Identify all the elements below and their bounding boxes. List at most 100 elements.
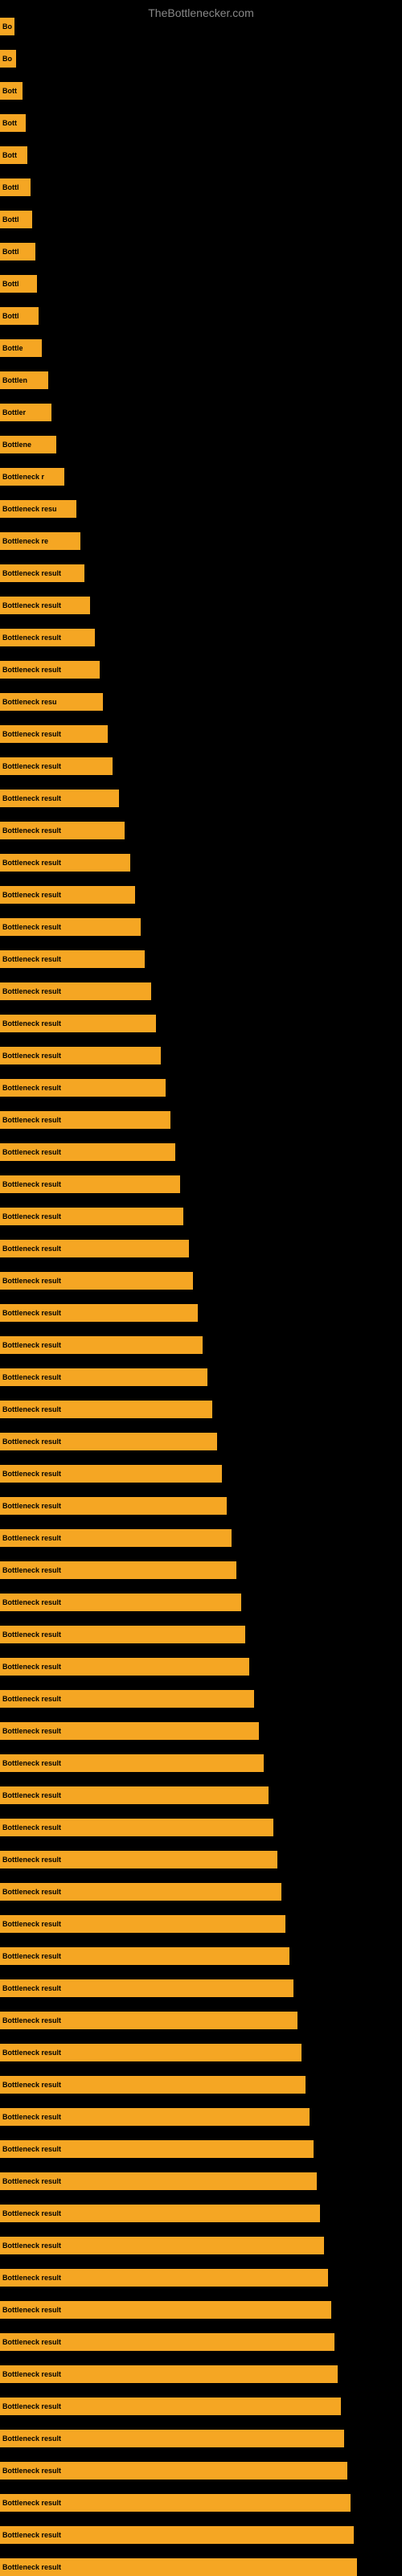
- bar-item: Bottleneck result: [0, 1658, 249, 1676]
- bar-label: Bottleneck result: [2, 794, 61, 802]
- bar-label: Bottleneck result: [2, 859, 61, 867]
- bar-label: Bottleneck result: [2, 1084, 61, 1092]
- bar-label: Bott: [2, 119, 17, 127]
- bar-item: Bottl: [0, 275, 37, 293]
- bar-label: Bottleneck result: [2, 2242, 61, 2250]
- bar-label: Bottleneck result: [2, 730, 61, 738]
- bar-item: Bottleneck result: [0, 2430, 344, 2447]
- bar-label: Bottl: [2, 248, 19, 256]
- bar-label: Bottleneck result: [2, 666, 61, 674]
- bar-item: Bottleneck r: [0, 468, 64, 486]
- bar-item: Bottleneck result: [0, 1111, 170, 1129]
- bar-label: Bottleneck result: [2, 2113, 61, 2121]
- bar-label: Bottleneck result: [2, 2209, 61, 2217]
- bar-item: Bottleneck result: [0, 1561, 236, 1579]
- bar-label: Bottleneck result: [2, 1019, 61, 1028]
- bar-item: Bottleneck result: [0, 2108, 310, 2126]
- bar-label: Bottleneck result: [2, 762, 61, 770]
- bar-label: Bottleneck result: [2, 2467, 61, 2475]
- bar-item: Bottleneck result: [0, 1433, 217, 1450]
- bar-item: Bottleneck result: [0, 2044, 302, 2061]
- bar-item: Bottleneck result: [0, 854, 130, 872]
- bar-item: Bottleneck result: [0, 2526, 354, 2544]
- bar-item: Bottleneck result: [0, 1722, 259, 1740]
- bar-item: Bottl: [0, 211, 32, 228]
- bar-label: Bottle: [2, 344, 23, 352]
- bar-item: Bottleneck resu: [0, 500, 76, 518]
- bar-label: Bottleneck result: [2, 1180, 61, 1188]
- bar-item: Bott: [0, 114, 26, 132]
- bar-item: Bottleneck result: [0, 2172, 317, 2190]
- bar-label: Bottleneck result: [2, 2016, 61, 2024]
- bar-item: Bottleneck result: [0, 1594, 241, 1611]
- bar-label: Bottlen: [2, 376, 27, 384]
- bar-item: Bottleneck result: [0, 950, 145, 968]
- bar-item: Bott: [0, 82, 23, 100]
- bar-label: Bottler: [2, 408, 26, 416]
- bar-item: Bottleneck result: [0, 918, 141, 936]
- bar-item: Bottleneck result: [0, 757, 113, 775]
- bar-label: Bottleneck result: [2, 1373, 61, 1381]
- bar-item: Bottlene: [0, 436, 56, 453]
- bar-label: Bottleneck result: [2, 1856, 61, 1864]
- bar-label: Bottleneck result: [2, 1148, 61, 1156]
- bar-label: Bottleneck result: [2, 1566, 61, 1574]
- bar-label: Bottleneck result: [2, 1695, 61, 1703]
- bar-label: Bottleneck result: [2, 1245, 61, 1253]
- bar-item: Bottleneck result: [0, 1368, 207, 1386]
- bar-label: Bottleneck result: [2, 2081, 61, 2089]
- bar-item: Bottleneck result: [0, 629, 95, 646]
- bar-item: Bottleneck result: [0, 1497, 227, 1515]
- bar-item: Bottleneck result: [0, 1401, 212, 1418]
- bar-item: Bottleneck result: [0, 2140, 314, 2158]
- bar-label: Bottleneck result: [2, 2434, 61, 2443]
- bar-label: Bott: [2, 151, 17, 159]
- bar-item: Bottleneck result: [0, 2462, 347, 2480]
- bar-item: Bottlen: [0, 371, 48, 389]
- bar-item: Bottleneck result: [0, 597, 90, 614]
- bar-item: Bottleneck result: [0, 1947, 289, 1965]
- bar-item: Bottleneck re: [0, 532, 80, 550]
- bar-item: Bottleneck result: [0, 1690, 254, 1708]
- bar-label: Bottleneck result: [2, 1502, 61, 1510]
- bar-item: Bottleneck result: [0, 725, 108, 743]
- bar-label: Bottleneck result: [2, 634, 61, 642]
- bar-item: Bottleneck result: [0, 1626, 245, 1643]
- bar-item: Bottleneck result: [0, 1915, 285, 1933]
- bar-item: Bottle: [0, 339, 42, 357]
- bar-item: Bottleneck result: [0, 2012, 297, 2029]
- bar-item: Bottleneck result: [0, 1143, 175, 1161]
- bar-item: Bottleneck result: [0, 2205, 320, 2222]
- bar-item: Bottler: [0, 404, 51, 421]
- bar-label: Bottleneck result: [2, 2563, 61, 2571]
- bar-label: Bottleneck result: [2, 987, 61, 995]
- bar-item: Bo: [0, 50, 16, 68]
- bar-item: Bottleneck result: [0, 1240, 189, 1257]
- bar-label: Bottleneck result: [2, 2370, 61, 2378]
- bar-label: Bo: [2, 23, 12, 31]
- bar-label: Bottleneck result: [2, 1534, 61, 1542]
- bar-label: Bottleneck result: [2, 1277, 61, 1285]
- bar-label: Bottleneck result: [2, 1341, 61, 1349]
- bar-item: Bottleneck result: [0, 2494, 351, 2512]
- bar-label: Bottleneck result: [2, 1438, 61, 1446]
- bar-label: Bottleneck resu: [2, 505, 57, 513]
- bar-label: Bottleneck result: [2, 601, 61, 609]
- bar-item: Bottleneck result: [0, 1015, 156, 1032]
- bar-label: Bottleneck result: [2, 1309, 61, 1317]
- bar-item: Bottl: [0, 243, 35, 260]
- bar-label: Bottleneck result: [2, 1052, 61, 1060]
- bar-item: Bottleneck result: [0, 1883, 281, 1901]
- bar-item: Bottleneck result: [0, 1175, 180, 1193]
- bar-label: Bottleneck resu: [2, 698, 57, 706]
- bar-label: Bottleneck result: [2, 1116, 61, 1124]
- bar-item: Bottleneck result: [0, 1208, 183, 1225]
- bar-label: Bottl: [2, 280, 19, 288]
- bar-label: Bottleneck result: [2, 1952, 61, 1960]
- bar-item: Bottleneck result: [0, 1336, 203, 1354]
- bar-item: Bottleneck result: [0, 2301, 331, 2319]
- bar-item: Bottleneck result: [0, 790, 119, 807]
- bar-label: Bottleneck result: [2, 2306, 61, 2314]
- bar-label: Bottleneck result: [2, 2177, 61, 2185]
- bar-item: Bottleneck result: [0, 564, 84, 582]
